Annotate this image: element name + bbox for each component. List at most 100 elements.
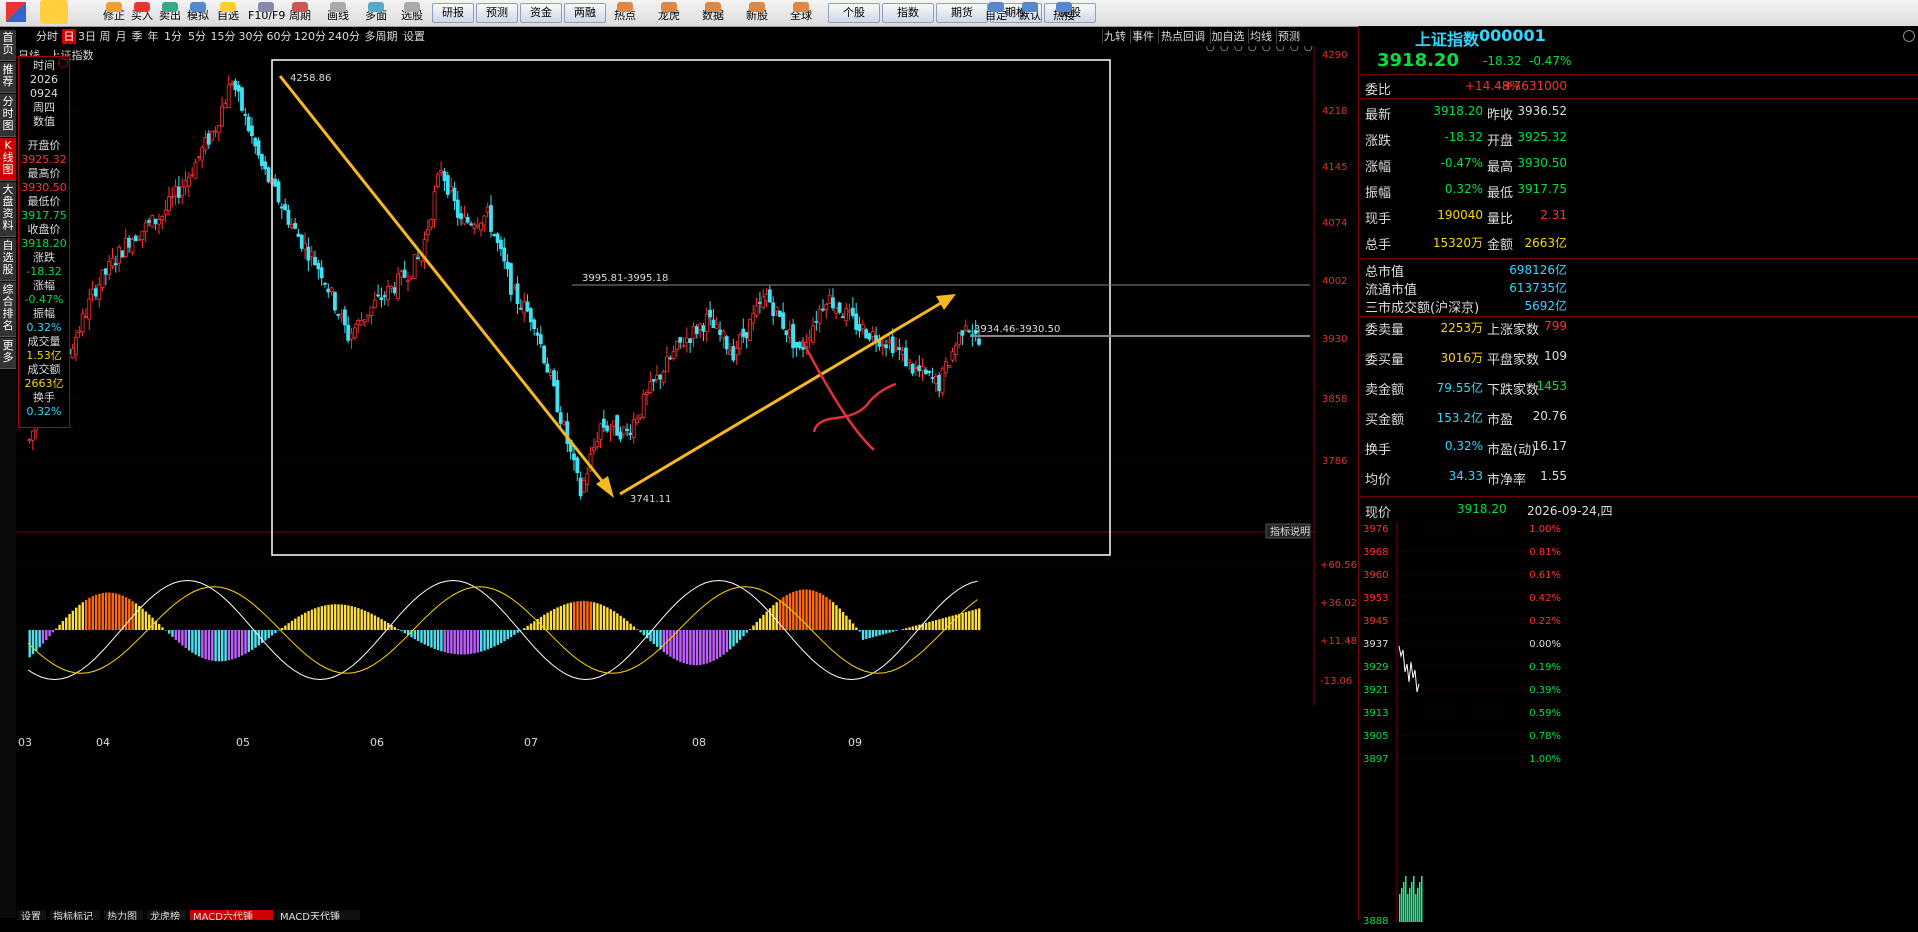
period-tab-10[interactable]: 30分 — [238, 29, 264, 44]
vtab-0[interactable]: 首 页 — [0, 30, 16, 61]
period-tab-13[interactable]: 240分 — [328, 29, 360, 44]
toolbar-button-5[interactable]: F10/F9 — [248, 2, 284, 24]
macd-tick-2: +11.48 — [1320, 636, 1357, 647]
selection-rectangle[interactable] — [272, 60, 1110, 555]
chart-tool-icon-0[interactable]: ○ — [1206, 46, 1215, 53]
period-tab-15[interactable]: 设置 — [402, 29, 426, 44]
candle-body — [845, 309, 848, 321]
chart-tool-icon-4[interactable]: ○ — [1262, 46, 1271, 53]
chart-tool-4[interactable]: 均线 — [1248, 29, 1273, 44]
cap-value-0: 698126亿 — [1509, 261, 1567, 278]
period-tab-11[interactable]: 60分 — [266, 29, 292, 44]
toolbar-button-3[interactable]: 模拟 — [184, 2, 212, 24]
period-tab-6[interactable]: 年 — [146, 29, 160, 44]
toolbar-tab-1[interactable]: 预测 — [476, 3, 518, 23]
toolbar-tab-4[interactable]: 热点 — [608, 2, 642, 24]
period-tab-2[interactable]: 3日 — [78, 29, 96, 44]
candle-body — [838, 303, 841, 313]
vtab-6[interactable]: 综 合 排 名 — [0, 282, 16, 337]
toolbar-button-9[interactable]: 选股 — [398, 2, 426, 24]
period-tab-4[interactable]: 月 — [114, 29, 128, 44]
period-tab-1[interactable]: 日 — [62, 29, 76, 44]
candle-body — [758, 302, 761, 303]
period-tab-3[interactable]: 周 — [98, 29, 112, 44]
candle-body — [496, 234, 499, 243]
chart-tool-2[interactable]: 热点回调 — [1158, 29, 1207, 44]
quote-close-icon[interactable] — [1903, 30, 1915, 42]
vtab-2[interactable]: 分 时 图 — [0, 94, 16, 137]
candle-body — [489, 206, 492, 232]
info-close-icon[interactable] — [58, 58, 68, 68]
candle-body — [609, 429, 612, 431]
toolbar-button-2[interactable]: 卖出 — [156, 2, 184, 24]
chart-tool-0[interactable]: 九转 — [1102, 29, 1127, 44]
kline-chart[interactable]: 42904218414540744002393038583786+60.56+3… — [16, 46, 1358, 920]
toolbar-right-button-2[interactable]: 热搜 — [1048, 2, 1080, 24]
chart-tool-icon-7[interactable]: ○ — [1304, 46, 1313, 53]
candle-body — [646, 392, 649, 394]
macd-bar — [463, 630, 465, 654]
candle-body — [659, 375, 662, 379]
chart-tool-icon-2[interactable]: ○ — [1234, 46, 1243, 53]
chart-tool-icon-3[interactable]: ○ — [1248, 46, 1257, 53]
toolbar-tab-3[interactable]: 两融 — [564, 3, 606, 23]
toolbar-button-1[interactable]: 买入 — [128, 2, 156, 24]
up-arrow-head — [936, 294, 956, 310]
info-value-1: 3930.50 — [19, 181, 69, 194]
quote-code: 000001 — [1479, 26, 1546, 45]
toolbar-tab-6[interactable]: 数据 — [696, 2, 730, 24]
toolbar-button-4[interactable]: 自选 — [214, 2, 242, 24]
toolbar-tab-9[interactable]: 个股 — [828, 3, 880, 23]
info-label-0: 开盘价 — [19, 139, 69, 152]
vtab-1[interactable]: 推 荐 — [0, 62, 16, 93]
down-trend-arrow[interactable] — [280, 76, 606, 486]
candle-body — [141, 231, 144, 239]
toolbar-tab-2[interactable]: 资金 — [520, 3, 562, 23]
macd-bar — [477, 630, 479, 653]
macd-bar — [470, 630, 472, 654]
candle-body — [539, 335, 542, 344]
info-value-0: 3925.32 — [19, 153, 69, 166]
macd-bar — [493, 630, 495, 646]
vtab-5[interactable]: 自 选 股 — [0, 238, 16, 281]
toolbar-button-0[interactable]: 修正 — [100, 2, 128, 24]
candle-body — [851, 308, 854, 315]
candle-body — [446, 176, 449, 195]
toolbar-right-button-1[interactable]: 默认 — [1014, 2, 1046, 24]
candle-body — [798, 342, 801, 347]
toolbar-button-8[interactable]: 多面 — [362, 2, 390, 24]
info-value_label: 数值 — [19, 115, 69, 128]
period-tab-7[interactable]: 1分 — [162, 29, 184, 44]
chart-tool-icon-5[interactable]: ○ — [1276, 46, 1285, 53]
candle-body — [184, 181, 187, 187]
vtab-7[interactable]: 更 多 — [0, 338, 16, 369]
toolbar-button-7[interactable]: 画线 — [324, 2, 352, 24]
toolbar-tab-7[interactable]: 新股 — [740, 2, 774, 24]
toolbar-tab-0[interactable]: 研报 — [432, 3, 474, 23]
back-icon[interactable] — [40, 0, 68, 24]
chart-tool-icon-1[interactable]: ○ — [1220, 46, 1229, 53]
vtab-3[interactable]: K 线 图 — [0, 138, 16, 181]
mini-volume-bar — [1411, 882, 1413, 922]
vtab-4[interactable]: 大 盘 资 料 — [0, 182, 16, 237]
chart-tool-3[interactable]: 加自选 — [1210, 29, 1245, 44]
period-tab-8[interactable]: 5分 — [186, 29, 208, 44]
toolbar-tab-8[interactable]: 全球 — [784, 2, 818, 24]
chart-tool-1[interactable]: 事件 — [1130, 29, 1155, 44]
period-tab-9[interactable]: 15分 — [210, 29, 236, 44]
intraday-mini-chart[interactable]: 39761.00%39680.81%39600.61%39530.42%3945… — [1361, 522, 1571, 932]
candle-body — [403, 270, 406, 277]
toolbar-right-button-0[interactable]: 自定 — [980, 2, 1012, 24]
period-tab-12[interactable]: 120分 — [294, 29, 326, 44]
period-tab-14[interactable]: 多周期 — [362, 29, 400, 44]
toolbar-tab-10[interactable]: 指数 — [882, 3, 934, 23]
macd-bar — [932, 621, 934, 630]
period-tab-0[interactable]: 分时 — [34, 29, 60, 44]
chart-tool-icon-6[interactable]: ○ — [1290, 46, 1299, 53]
chart-tool-5[interactable]: 预测 — [1276, 29, 1301, 44]
toolbar-tab-5[interactable]: 龙虎 — [652, 2, 686, 24]
toolbar-button-6[interactable]: 周期 — [286, 2, 314, 24]
info-value-4: -18.32 — [19, 265, 69, 278]
period-tab-5[interactable]: 季 — [130, 29, 144, 44]
candle-body — [476, 225, 479, 227]
